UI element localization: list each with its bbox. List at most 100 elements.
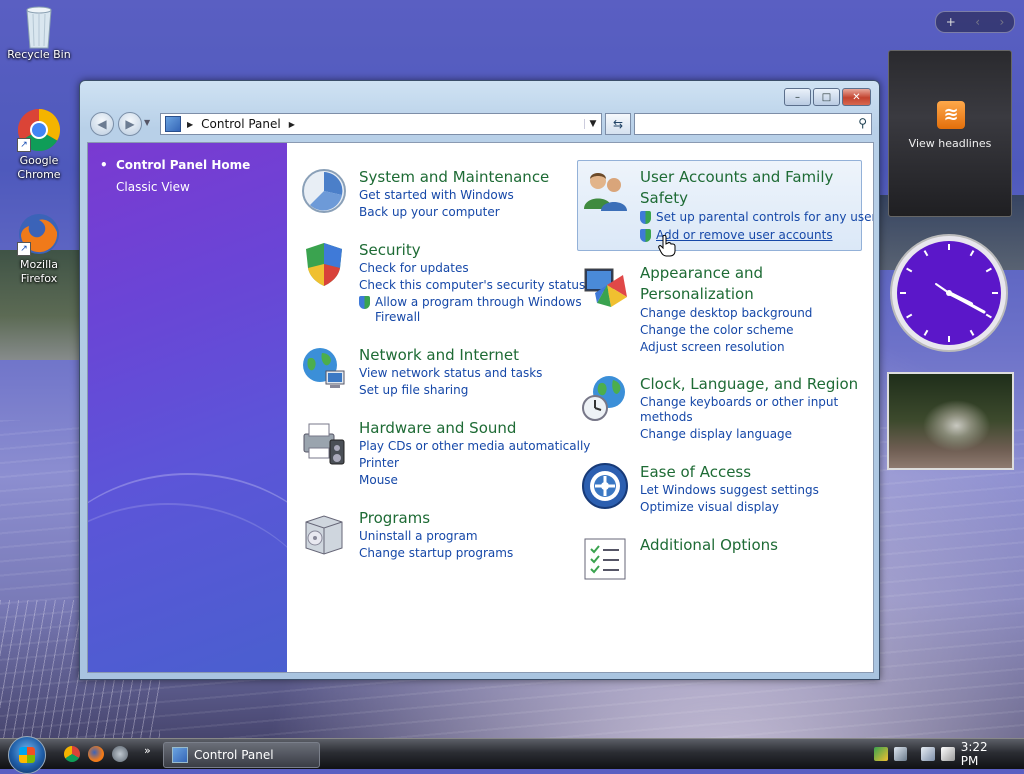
task-link[interactable]: Play CDs or other media automatically [359, 439, 590, 454]
category-title[interactable]: Ease of Access [640, 462, 751, 483]
task-link[interactable]: Check this computer's security status [359, 278, 585, 293]
task-link[interactable]: Change the color scheme [640, 323, 794, 338]
feed-headlines-gadget[interactable]: ≋ View headlines [888, 50, 1012, 217]
forward-button[interactable]: ▶ [118, 112, 142, 136]
desktop-icon-chrome[interactable]: ↗ Google Chrome [1, 108, 77, 182]
breadcrumb-arrow-icon[interactable]: ▶ [187, 120, 193, 129]
control-panel-icon [172, 747, 188, 763]
desktop-icon-firefox[interactable]: ↗ Mozilla Firefox [1, 212, 77, 286]
quicklaunch-overflow-button[interactable]: » [144, 744, 151, 757]
breadcrumb-arrow-icon[interactable]: ▶ [289, 120, 295, 129]
task-link-label: Set up parental controls for any user [656, 210, 874, 224]
task-link[interactable]: Mouse [359, 473, 398, 488]
additional-options-icon[interactable] [581, 535, 629, 583]
address-dropdown-button[interactable]: ▼ [584, 119, 601, 129]
hand-cursor-icon [658, 234, 676, 257]
add-gadget-button[interactable]: + [946, 15, 956, 29]
task-link[interactable]: Change display language [640, 427, 792, 442]
task-link[interactable]: Get started with Windows [359, 188, 514, 203]
task-link-label: Allow a program through Windows [375, 295, 582, 309]
task-link[interactable]: View network status and tasks [359, 366, 542, 381]
slideshow-gadget[interactable] [887, 372, 1014, 470]
search-input[interactable] [639, 114, 843, 134]
shortcut-arrow-icon: ↗ [17, 138, 31, 152]
category-title[interactable]: Hardware and Sound [359, 418, 516, 439]
windows-logo-icon [19, 747, 35, 763]
maximize-button[interactable]: □ [813, 88, 840, 106]
task-link-continued[interactable]: methods [640, 410, 693, 425]
quicklaunch-app-icon[interactable] [112, 746, 128, 762]
search-icon[interactable]: ⚲ [858, 116, 867, 130]
network-globe-icon[interactable] [300, 345, 348, 393]
task-link-continued[interactable]: Firewall [375, 310, 420, 325]
category-title-line2[interactable]: Personalization [640, 284, 754, 305]
ease-of-access-icon[interactable] [581, 462, 629, 510]
notification-area: 3:22 PM [873, 739, 1024, 769]
close-button[interactable]: ✕ [842, 88, 871, 106]
address-bar[interactable]: ▶ Control Panel ▶ ▼ [160, 113, 602, 135]
programs-box-icon[interactable] [300, 508, 348, 556]
task-link[interactable]: Change startup programs [359, 546, 513, 561]
category-title[interactable]: Programs [359, 508, 430, 529]
task-link-uac[interactable]: Allow a program through Windows [359, 295, 582, 310]
start-button[interactable] [8, 736, 46, 774]
task-link[interactable]: Uninstall a program [359, 529, 478, 544]
system-maintenance-icon[interactable] [300, 167, 348, 215]
navigation-bar: ◀ ▶ ▼ ▶ Control Panel ▶ ▼ ⇆ ⚲ [88, 111, 872, 136]
quicklaunch-chrome-icon[interactable] [64, 746, 80, 762]
desktop-icon-recycle-bin[interactable]: Recycle Bin [1, 2, 77, 62]
category-title[interactable]: Additional Options [640, 535, 778, 556]
task-link[interactable]: Back up your computer [359, 205, 500, 220]
taskbar-clock[interactable]: 3:22 PM [961, 740, 1008, 768]
taskbar-button-control-panel[interactable]: Control Panel [163, 742, 320, 768]
breadcrumb-control-panel[interactable]: Control Panel [201, 117, 281, 131]
task-link[interactable]: Optimize visual display [640, 500, 779, 515]
task-link[interactable]: Let Windows suggest settings [640, 483, 819, 498]
network-tray-icon[interactable] [921, 747, 936, 761]
category-title[interactable]: Network and Internet [359, 345, 519, 366]
refresh-icon: ⇆ [612, 117, 624, 131]
category-title[interactable]: System and Maintenance [359, 167, 549, 188]
security-shield-icon[interactable] [300, 240, 348, 288]
quicklaunch-firefox-icon[interactable] [88, 746, 104, 762]
windows-update-tray-icon[interactable] [893, 747, 908, 761]
task-link[interactable]: Adjust screen resolution [640, 340, 785, 355]
task-link[interactable]: Printer [359, 456, 399, 471]
category-title[interactable]: Security [359, 240, 421, 261]
volume-tray-icon[interactable] [941, 747, 955, 761]
sidebar-link-classic-view[interactable]: Classic View [116, 180, 190, 194]
appearance-monitor-icon[interactable] [581, 263, 629, 311]
clock-gadget[interactable] [888, 232, 1010, 354]
category-title[interactable]: Clock, Language, and Region [640, 374, 858, 395]
recent-pages-dropdown[interactable]: ▼ [144, 118, 150, 127]
clock-globe-icon[interactable] [581, 374, 629, 422]
task-pane: Control Panel Home Classic View [88, 143, 287, 672]
firefox-icon: ↗ [17, 212, 61, 256]
taskbar: » Control Panel 3:22 PM [0, 736, 1024, 774]
shortcut-arrow-icon: ↗ [17, 242, 31, 256]
user-accounts-icon[interactable] [581, 167, 629, 215]
printer-speaker-icon[interactable] [300, 418, 348, 466]
task-link[interactable]: Change keyboards or other input [640, 395, 838, 410]
previous-page-button[interactable]: ‹ [975, 15, 980, 29]
back-button[interactable]: ◀ [90, 112, 114, 136]
task-link[interactable]: Set up file sharing [359, 383, 468, 398]
sidebar-link-control-panel-home[interactable]: Control Panel Home [100, 158, 250, 172]
refresh-button[interactable]: ⇆ [605, 113, 631, 135]
category-title-line2[interactable]: Safety [640, 188, 688, 209]
view-headlines-label[interactable]: View headlines [889, 137, 1011, 150]
category-title[interactable]: Appearance and [640, 263, 763, 284]
security-tray-icon[interactable] [873, 747, 888, 761]
forward-arrow-icon: ▶ [125, 117, 135, 131]
next-page-button[interactable]: › [999, 15, 1004, 29]
control-panel-content: Control Panel Home Classic View System a… [87, 142, 874, 673]
uac-shield-icon [359, 296, 370, 309]
task-link[interactable]: Check for updates [359, 261, 469, 276]
minimize-button[interactable]: – [784, 88, 811, 106]
task-link-uac[interactable]: Set up parental controls for any user [640, 210, 874, 225]
taskbar-button-label: Control Panel [194, 748, 274, 762]
desktop-icon-label: Recycle Bin [7, 48, 71, 61]
category-title[interactable]: User Accounts and Family [640, 167, 833, 188]
recycle-bin-icon [17, 2, 61, 49]
task-link[interactable]: Change desktop background [640, 306, 812, 321]
